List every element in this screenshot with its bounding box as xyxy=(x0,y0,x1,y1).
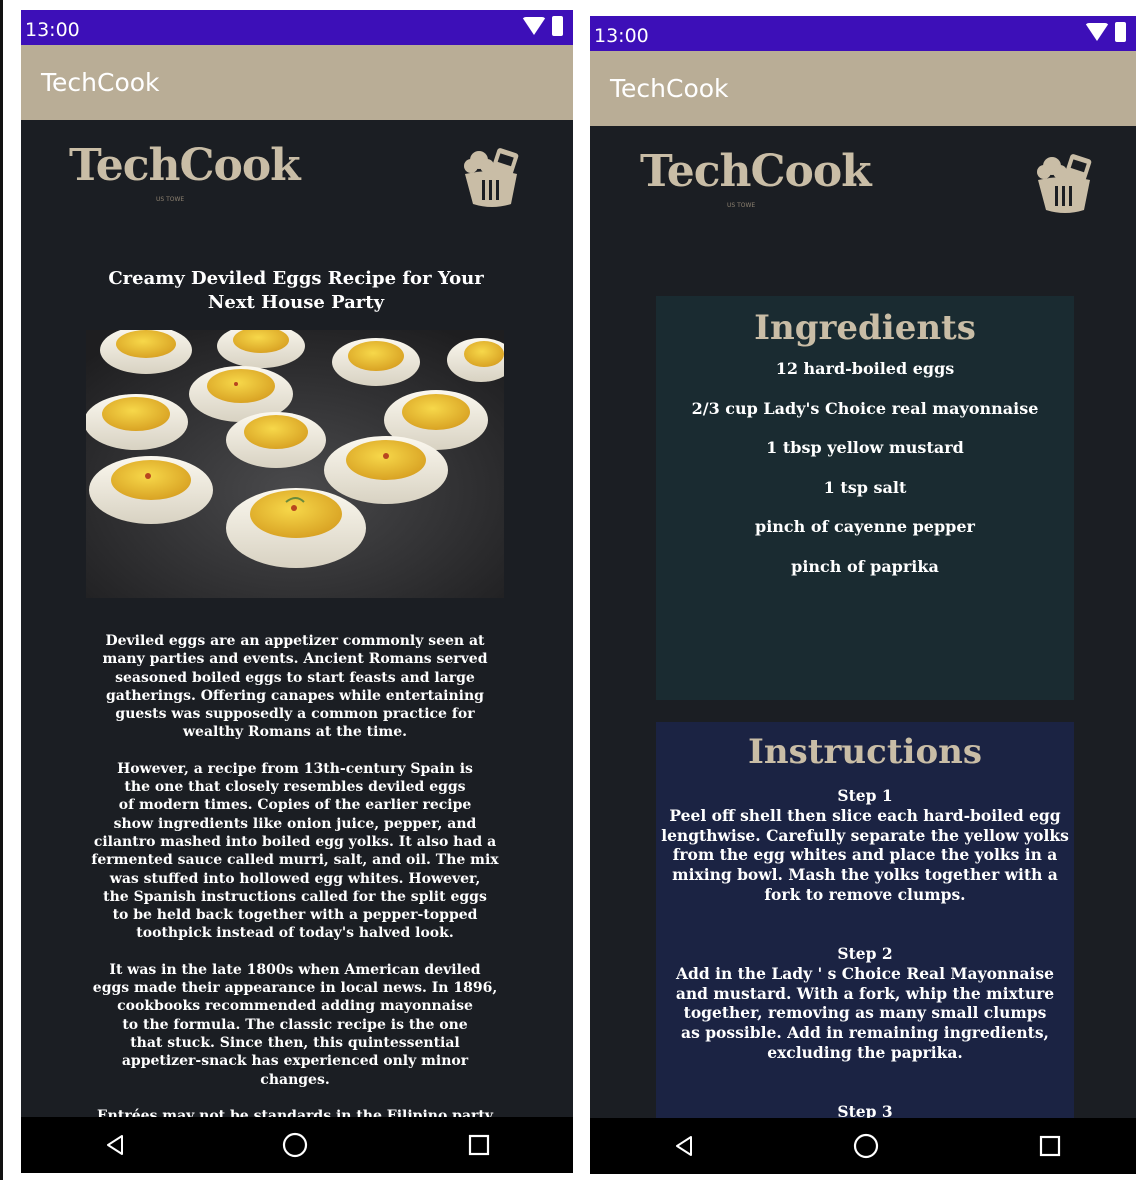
article-line: seasoned boiled eggs to start feasts and… xyxy=(115,669,475,686)
step-text-line: together, removing as many small clumps xyxy=(683,1003,1047,1023)
phone-screen-ingredients: 13:00 TechCook TechCook US TOWE Ingredie… xyxy=(590,16,1136,1174)
article-line: changes. xyxy=(260,1071,330,1088)
instruction-step: Step 2 Add in the Lady ' s Choice Real Ma… xyxy=(656,944,1074,1063)
ingredient-item: 1 tbsp yellow mustard xyxy=(766,438,964,457)
article-line: was stuffed into hollowed egg whites. Ho… xyxy=(109,870,481,887)
article-line: Entrées may not be standards in the Fili… xyxy=(97,1107,493,1117)
step-text-line: fork to remove clumps. xyxy=(764,884,966,904)
ingredient-item: 1 tsp salt xyxy=(823,477,907,497)
wifi-icon xyxy=(1085,23,1109,41)
logo-subtitle: US TOWE xyxy=(156,196,185,203)
phone-screen-recipe: 13:00 TechCook TechCook US TOWE Creamy D… xyxy=(21,10,573,1173)
back-triangle-icon[interactable] xyxy=(85,1117,145,1173)
article-line: It was in the late 1800s when American d… xyxy=(109,961,481,978)
app-bar: TechCook xyxy=(590,51,1136,126)
article-line: Deviled eggs are an appetizer commonly s… xyxy=(105,633,485,649)
home-circle-icon[interactable] xyxy=(836,1118,896,1174)
article-paragraph: Deviled eggs are an appetizer commonly s… xyxy=(79,632,511,742)
recipe-scroll-content[interactable]: TechCook US TOWE Creamy Deviled Eggs Rec… xyxy=(21,120,573,1117)
battery-icon xyxy=(552,16,563,36)
step-text-line: Add in the Lady ' s Choice Real Mayonnai… xyxy=(676,963,1054,983)
article-line: that stuck. Since then, this quintessent… xyxy=(130,1034,460,1051)
step-text-line: lengthwise. Carefully separate the yello… xyxy=(661,825,1069,845)
article-line: cilantro mashed into boiled egg yolks. I… xyxy=(93,833,497,850)
status-bar: 13:00 xyxy=(590,16,1136,51)
step-text-line: mixing bowl. Mash the yolks together wit… xyxy=(672,865,1058,885)
article-paragraph: It was in the late 1800s when American d… xyxy=(79,961,511,1089)
article-line: of modern times. Copies of the earlier r… xyxy=(118,797,472,814)
status-bar: 13:00 xyxy=(21,10,573,45)
step-text-line: Peel off shell then slice each hard-boil… xyxy=(669,805,1061,825)
chef-hat-cookbook-icon xyxy=(1037,154,1092,213)
article-line: to the formula. The classic recipe is th… xyxy=(122,1016,468,1033)
navigation-bar xyxy=(590,1118,1136,1174)
screenshot-divider xyxy=(0,0,3,1180)
article-line: However, a recipe from 13th-century Spai… xyxy=(117,760,473,777)
article-line: to be held back together with a pepper-t… xyxy=(112,907,478,924)
article-line: cookbooks recommended adding mayonnaise xyxy=(117,998,473,1015)
techcook-logo-text: TechCook xyxy=(640,146,872,197)
status-time: 13:00 xyxy=(25,19,80,41)
recipe-title: Creamy Deviled Eggs Recipe for Your Next… xyxy=(108,268,484,313)
ingredients-heading: Ingredients xyxy=(754,308,976,348)
instructions-heading: Instructions xyxy=(748,732,982,772)
ingredient-item: pinch of paprika xyxy=(791,556,939,576)
ingredients-scroll-content[interactable]: TechCook US TOWE Ingredients 12 hard-boi… xyxy=(590,126,1136,1118)
app-title: TechCook xyxy=(610,74,729,103)
article-line: guests was supposedly a common practice … xyxy=(115,706,475,723)
home-circle-icon[interactable] xyxy=(265,1117,325,1173)
article-line: gatherings. Offering canapes while enter… xyxy=(106,687,484,704)
recents-square-icon[interactable] xyxy=(1020,1118,1080,1174)
recipe-article: Deviled eggs are an appetizer commonly s… xyxy=(79,632,511,1117)
navigation-bar xyxy=(21,1117,573,1173)
article-line: eggs made their appearance in local news… xyxy=(92,980,498,997)
instructions-card: Instructions Step 1 Peel off shell then s… xyxy=(656,722,1074,1118)
step-label: Step 1 xyxy=(837,786,893,805)
deviled-eggs-photo xyxy=(86,330,504,598)
chef-hat-cookbook-icon xyxy=(464,148,519,207)
article-line: fermented sauce called murri, salt, and … xyxy=(91,852,499,869)
logo-subtitle: US TOWE xyxy=(727,202,756,209)
app-bar: TechCook xyxy=(21,45,573,120)
ingredient-item: 2/3 cup Lady's Choice real mayonnaise xyxy=(691,398,1039,418)
ingredients-card: Ingredients 12 hard-boiled eggs 2/3 cup L… xyxy=(656,296,1074,700)
article-line: the one that closely resembles deviled e… xyxy=(124,779,466,796)
article-line: many parties and events. Ancient Romans … xyxy=(102,651,488,668)
techcook-logo-text: TechCook xyxy=(69,140,301,191)
article-line: appetizer-snack has experienced only min… xyxy=(121,1053,469,1070)
article-line: show ingredients like onion juice, peppe… xyxy=(113,815,477,832)
wifi-icon xyxy=(522,17,546,35)
article-line: wealthy Romans at the time. xyxy=(182,724,407,741)
recents-square-icon[interactable] xyxy=(449,1117,509,1173)
instruction-step: Step 3 xyxy=(656,1102,1074,1118)
instruction-step: Step 1 Peel off shell then slice each har… xyxy=(656,786,1074,905)
step-text-line: as possible. Add in remaining ingredient… xyxy=(681,1023,1049,1043)
ingredients-list: 12 hard-boiled eggs 2/3 cup Lady's Choice… xyxy=(656,358,1074,595)
ingredient-item: pinch of cayenne pepper xyxy=(755,517,975,536)
article-paragraph: However, a recipe from 13th-century Spai… xyxy=(79,760,511,943)
step-text-line: from the egg whites and place the yolks … xyxy=(672,845,1058,865)
back-triangle-icon[interactable] xyxy=(654,1118,714,1174)
step-label: Step 3 xyxy=(837,1102,893,1118)
article-line: toothpick instead of today's halved look… xyxy=(136,925,454,942)
step-label: Step 2 xyxy=(837,944,893,963)
battery-icon xyxy=(1115,22,1126,42)
step-text-line: excluding the paprika. xyxy=(767,1042,963,1062)
article-line: the Spanish instructions called for the … xyxy=(103,888,487,905)
step-text-line: and mustard. With a fork, whip the mixtu… xyxy=(675,983,1055,1003)
ingredient-item: 12 hard-boiled eggs xyxy=(775,359,955,378)
status-time: 13:00 xyxy=(594,25,649,47)
app-title: TechCook xyxy=(41,68,160,97)
article-paragraph: Entrées may not be standards in the Fili… xyxy=(79,1107,511,1117)
